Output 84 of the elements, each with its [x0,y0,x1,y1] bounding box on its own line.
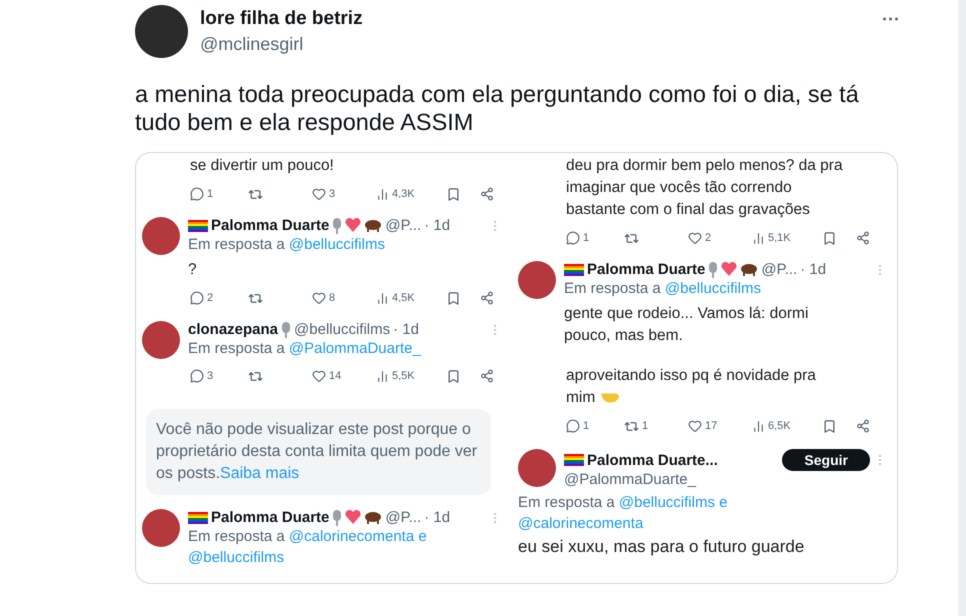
like-count: 2 [705,232,712,244]
bookmark-icon[interactable] [446,290,461,306]
microphone-icon [332,218,342,234]
post-text: deu pra dormir bem pelo menos? da pra imaginar que vocês tão correndo bastante com o final das gravações [566,156,844,220]
rainbow-flag-icon [188,220,208,232]
share-icon[interactable] [480,187,494,201]
share-icon[interactable] [480,291,494,305]
bookmark-icon[interactable] [822,230,837,246]
like-count: 14 [329,370,342,382]
author-name[interactable]: Palomma Duarte... [587,452,718,468]
views-icon[interactable] [376,292,389,304]
repost-count: 1 [642,420,648,432]
reply-count: 1 [207,188,214,200]
post-time: · 1d [424,217,450,234]
reply-context: Em resposta a @belluccifilms [188,235,386,255]
views-icon[interactable] [752,420,765,432]
reply-icon[interactable] [190,187,204,201]
post-time: · 1d [424,509,450,526]
rainbow-flag-icon [564,264,584,276]
rainbow-flag-icon [188,512,208,524]
reply-icon[interactable] [190,369,204,383]
share-icon[interactable] [480,369,494,383]
author-handle: @mclinesgirl [200,34,304,55]
reply-icon[interactable] [190,291,204,305]
follow-button[interactable]: Seguir [782,449,870,471]
author-handle: @P... [385,217,422,234]
heart-icon [345,510,362,525]
like-icon[interactable] [688,231,702,245]
post-time: · 1d [800,261,826,278]
more-menu[interactable]: ··· [882,9,900,30]
reply-icon[interactable] [566,231,580,245]
reply-count: 3 [207,370,214,382]
post-text: aproveitando isso pq é novidade pra mim [566,366,817,408]
view-count: 6,5K [768,420,791,432]
share-icon[interactable] [856,419,870,433]
author-handle: @PalommaDuarte_ [564,471,698,488]
like-icon[interactable] [688,419,702,433]
post-text: gente que rodeio... Vamos lá: dormi pouco, mas bem. [564,304,810,346]
avatar-photo[interactable] [135,5,188,58]
restricted-post-notice: Você não pode visualizar este post porque o proprietário desta conta limita quem pode ver os posts.Saiba mais [146,409,491,495]
reply-count: 2 [207,292,214,304]
microphone-icon [708,262,718,278]
reply-context: Em resposta a @belluccifilms e @calorinecomenta [518,493,728,534]
microphone-icon [332,510,342,526]
author-handle: @P... [761,261,798,278]
post-text: eu sei xuxu, mas para o futuro guarde [518,536,806,558]
rainbow-flag-icon [564,454,584,466]
author-name[interactable]: Palomma Duarte [211,217,330,234]
like-icon[interactable] [312,369,326,383]
reply-context: Em resposta a @calorinecomenta e @belluccifilms [188,527,428,568]
reply-icon[interactable] [566,419,580,433]
author-name[interactable]: lore filha de betriz [200,8,870,30]
tweet-text: a menina toda preocupada com ela perguntando como foi o dia, se tá tudo bem e ela responde ASSIM [135,80,860,136]
share-icon[interactable] [856,231,870,245]
views-icon[interactable] [752,232,765,244]
view-count: 4,3K [392,188,415,200]
author-handle: @belluccifilms [294,321,390,338]
reply-context: Em resposta a @PalommaDuarte_ [188,339,422,359]
heart-icon [345,218,362,233]
heart-icon [721,262,738,277]
reply-count: 1 [583,420,590,432]
microphone-icon [281,322,292,338]
bookmark-icon[interactable] [446,368,461,384]
view-count: 5,1K [768,232,791,244]
like-count: 17 [705,420,718,432]
views-icon[interactable] [376,370,389,382]
views-icon[interactable] [376,188,389,200]
like-count: 8 [329,292,336,304]
author-name[interactable]: clonazepana [188,321,278,338]
bookmark-icon[interactable] [822,418,837,434]
view-count: 4,5K [392,292,415,304]
author-handle: @P... [385,509,422,526]
view-count: 5,5K [392,370,415,382]
author-name[interactable]: Palomma Duarte [211,509,330,526]
reply-context: Em resposta a @belluccifilms [564,279,762,299]
reply-count: 1 [583,232,590,244]
bookmark-icon[interactable] [446,186,461,202]
post-time: · 1d [393,321,419,338]
post-text: ? [188,260,198,280]
author-name[interactable]: Palomma Duarte [587,261,706,278]
post-text: se divertir um pouco! [190,156,335,176]
like-count: 3 [329,188,336,200]
like-icon[interactable] [312,291,326,305]
like-icon[interactable] [312,187,326,201]
